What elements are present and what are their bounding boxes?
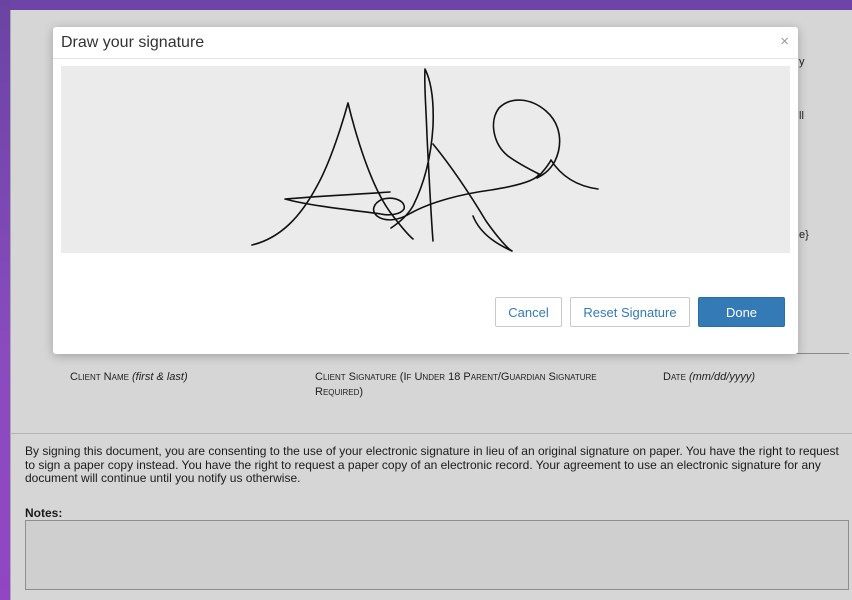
modal-title: Draw your signature (61, 34, 205, 51)
client-signature-label: Client Signature (If Under 18 Parent/Gua… (315, 370, 615, 400)
client-signature-text: Client Signature (If Under 18 Parent/Gua… (315, 371, 597, 398)
peek-text-1: y (799, 56, 805, 68)
notes-label: Notes: (25, 506, 63, 520)
window-frame-left (0, 0, 10, 600)
signature-drawing (251, 68, 599, 252)
reset-signature-button[interactable]: Reset Signature (570, 297, 690, 327)
signature-pad[interactable] (61, 66, 790, 253)
cancel-button[interactable]: Cancel (495, 297, 562, 327)
peek-text-3: e} (799, 229, 809, 241)
peek-text-2: ll (799, 110, 804, 122)
date-label: Date (mm/dd/yyyy) (663, 370, 843, 385)
date-hint: (mm/dd/yyyy) (688, 371, 755, 383)
signature-modal: Draw your signature × Cancel Reset Signa… (53, 27, 798, 354)
consent-text: By signing this document, you are consen… (25, 444, 839, 485)
notes-textarea[interactable] (25, 520, 849, 590)
modal-header: Draw your signature × (53, 27, 798, 59)
done-button[interactable]: Done (698, 297, 785, 327)
client-name-hint: (first & last) (132, 371, 188, 383)
close-icon[interactable]: × (780, 33, 789, 51)
window-frame-top (0, 0, 852, 10)
date-text: Date (663, 371, 686, 383)
client-name-text: Client Name (70, 371, 129, 383)
section-divider (10, 433, 852, 434)
client-name-label: Client Name (first & last) (70, 370, 290, 385)
